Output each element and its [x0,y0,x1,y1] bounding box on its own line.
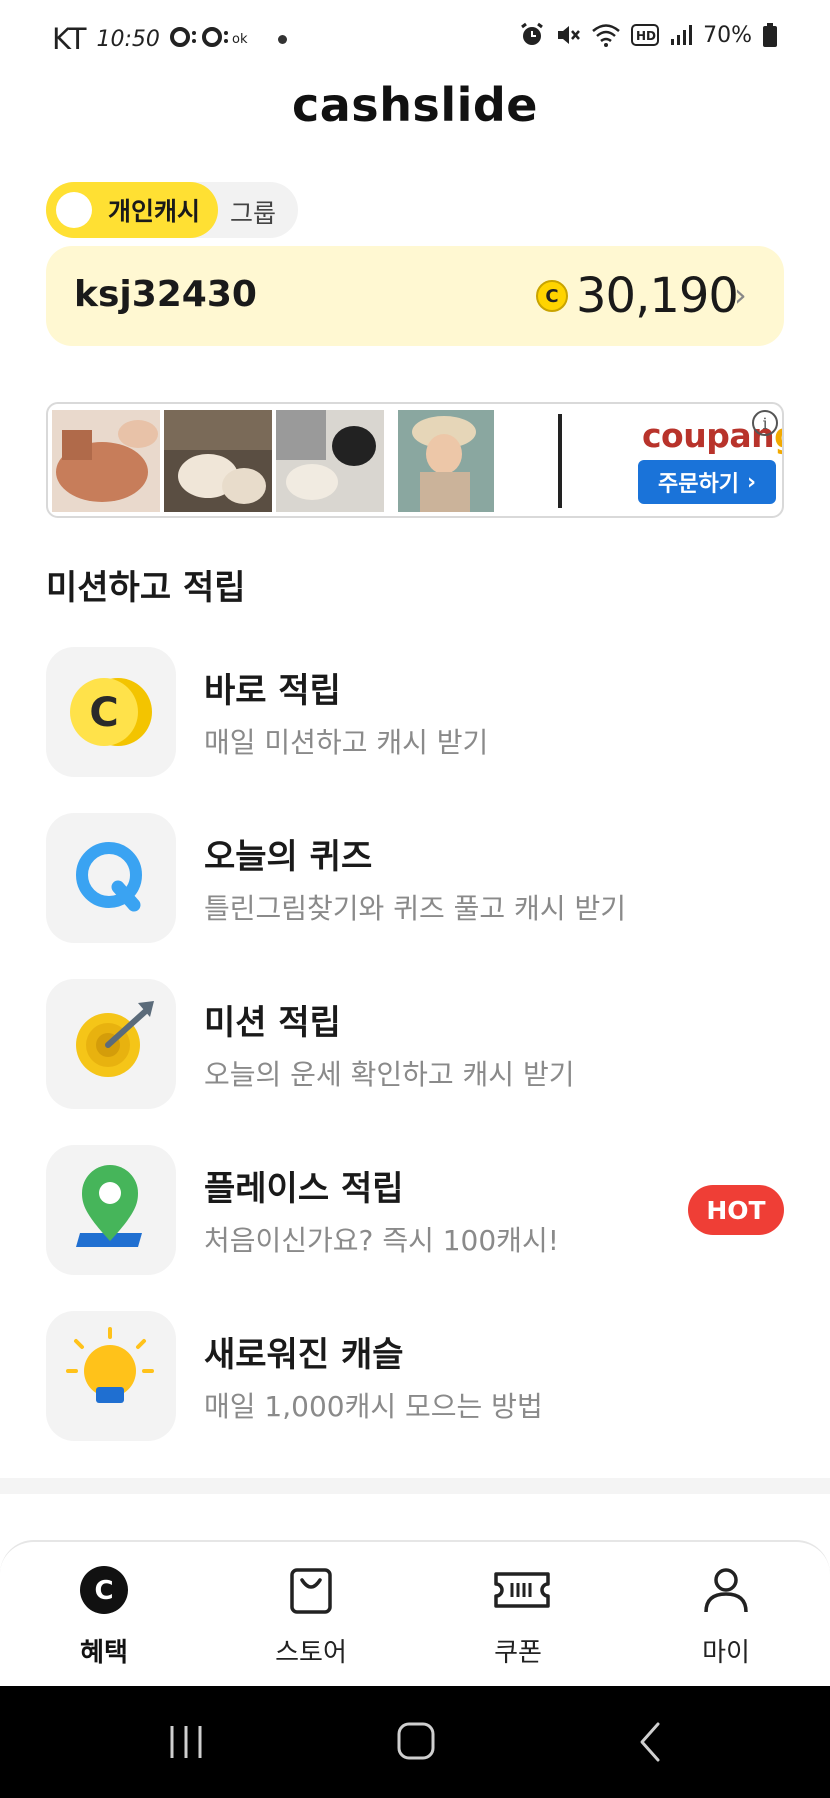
mission-item-mission[interactable]: 미션 적립 오늘의 운세 확인하고 캐시 받기 [46,979,784,1109]
svg-text:HD: HD [636,29,656,43]
mission-subtitle: 매일 1,000캐시 모으는 방법 [204,1390,543,1423]
svg-text:ok: ok [232,32,248,47]
toggle-personal-cash[interactable]: 개인캐시 [46,182,218,238]
ad-banner[interactable]: coupang i 주문하기 › [46,402,784,518]
nav-label: 혜택 [80,1638,128,1668]
quiz-icon [46,813,176,943]
mission-item-quiz[interactable]: 오늘의 퀴즈 틀린그림찾기와 퀴즈 풀고 캐시 받기 [46,813,784,943]
cash-balance-card[interactable]: ksj32430 C 30,190 › [46,246,784,346]
battery-icon [763,23,777,47]
mission-item-instant[interactable]: C 바로 적립 매일 미션하고 캐시 받기 [46,647,784,777]
svg-text:C: C [89,690,118,736]
ad-info-icon[interactable]: i [752,410,778,436]
notification-dot [277,34,287,44]
coin-icon: C [46,647,176,777]
clock: 10:50 [96,26,160,52]
mission-title: 새로워진 캐슬 [204,1335,404,1375]
benefit-icon: C [80,1566,128,1614]
mission-title: 오늘의 퀴즈 [204,837,373,877]
mission-title: 바로 적립 [204,671,341,711]
status-left: KT 10:50 ok [52,22,287,56]
wifi-icon [592,24,620,47]
coin-icon: C [536,280,568,312]
svg-text:C: C [94,1576,113,1606]
mission-title: 미션 적립 [204,1003,341,1043]
nav-label: 쿠폰 [494,1638,542,1668]
nav-tab-benefit[interactable]: C 혜택 [0,1542,208,1688]
cash-type-toggle[interactable]: 개인캐시 그룹 [46,182,298,238]
notification-icons: ok [169,22,252,56]
ad-product-image[interactable] [164,410,272,512]
nav-label: 마이 [702,1638,750,1668]
chevron-right-icon: › [734,276,747,314]
mission-title: 플레이스 적립 [204,1169,404,1209]
mission-item-castle[interactable]: 새로워진 캐슬 매일 1,000캐시 모으는 방법 [46,1311,784,1441]
section-divider [0,1478,830,1494]
back-icon[interactable] [636,1720,666,1764]
status-bar: KT 10:50 ok HD 70% [0,0,830,80]
alarm-icon [521,22,543,45]
shopping-bag-icon [290,1568,332,1614]
hot-badge: HOT [688,1185,784,1235]
app-title: cashslide [292,78,538,132]
toggle-knob [56,192,92,228]
mission-subtitle: 매일 미션하고 캐시 받기 [204,726,489,759]
hd-icon: HD [631,24,660,46]
location-pin-icon [46,1145,176,1275]
ad-product-image[interactable] [508,410,616,512]
target-icon [46,979,176,1109]
nav-tab-store[interactable]: 스토어 [207,1542,415,1688]
battery-percent: 70% [703,22,752,48]
ad-product-image[interactable] [52,410,160,512]
ad-product-image[interactable] [398,410,506,512]
status-right: HD 70% [519,22,778,48]
mute-icon [558,26,581,44]
section-title: 미션하고 적립 [46,568,246,608]
nav-tab-coupon[interactable]: 쿠폰 [414,1542,622,1688]
ticket-icon [494,1572,550,1608]
mission-subtitle: 오늘의 운세 확인하고 캐시 받기 [204,1058,575,1091]
toggle-group[interactable]: 그룹 [230,194,276,230]
cash-amount: 30,190 [576,268,739,324]
carrier-label: KT [52,22,87,56]
user-icon [704,1568,748,1613]
bottom-nav: C 혜택 스토어 쿠폰 마이 [0,1540,830,1686]
lightbulb-icon [46,1311,176,1441]
mission-subtitle: 처음이신가요? 즉시 100캐시! [204,1224,559,1257]
home-icon[interactable] [396,1720,436,1764]
chevron-right-icon: › [746,469,757,495]
mission-item-place[interactable]: 플레이스 적립 처음이신가요? 즉시 100캐시! HOT [46,1145,784,1275]
recent-apps-icon[interactable] [166,1722,206,1762]
toggle-personal-label: 개인캐시 [108,197,201,226]
username: ksj32430 [74,274,257,315]
mission-subtitle: 틀린그림찾기와 퀴즈 풀고 캐시 받기 [204,892,627,925]
nav-label: 스토어 [275,1638,347,1668]
ad-order-button[interactable]: 주문하기 › [638,460,776,504]
system-navigation-bar [0,1686,830,1798]
nav-tab-my[interactable]: 마이 [622,1542,830,1688]
ad-product-image[interactable] [276,410,384,512]
ad-order-label: 주문하기 [657,472,739,497]
signal-icon [671,25,693,45]
